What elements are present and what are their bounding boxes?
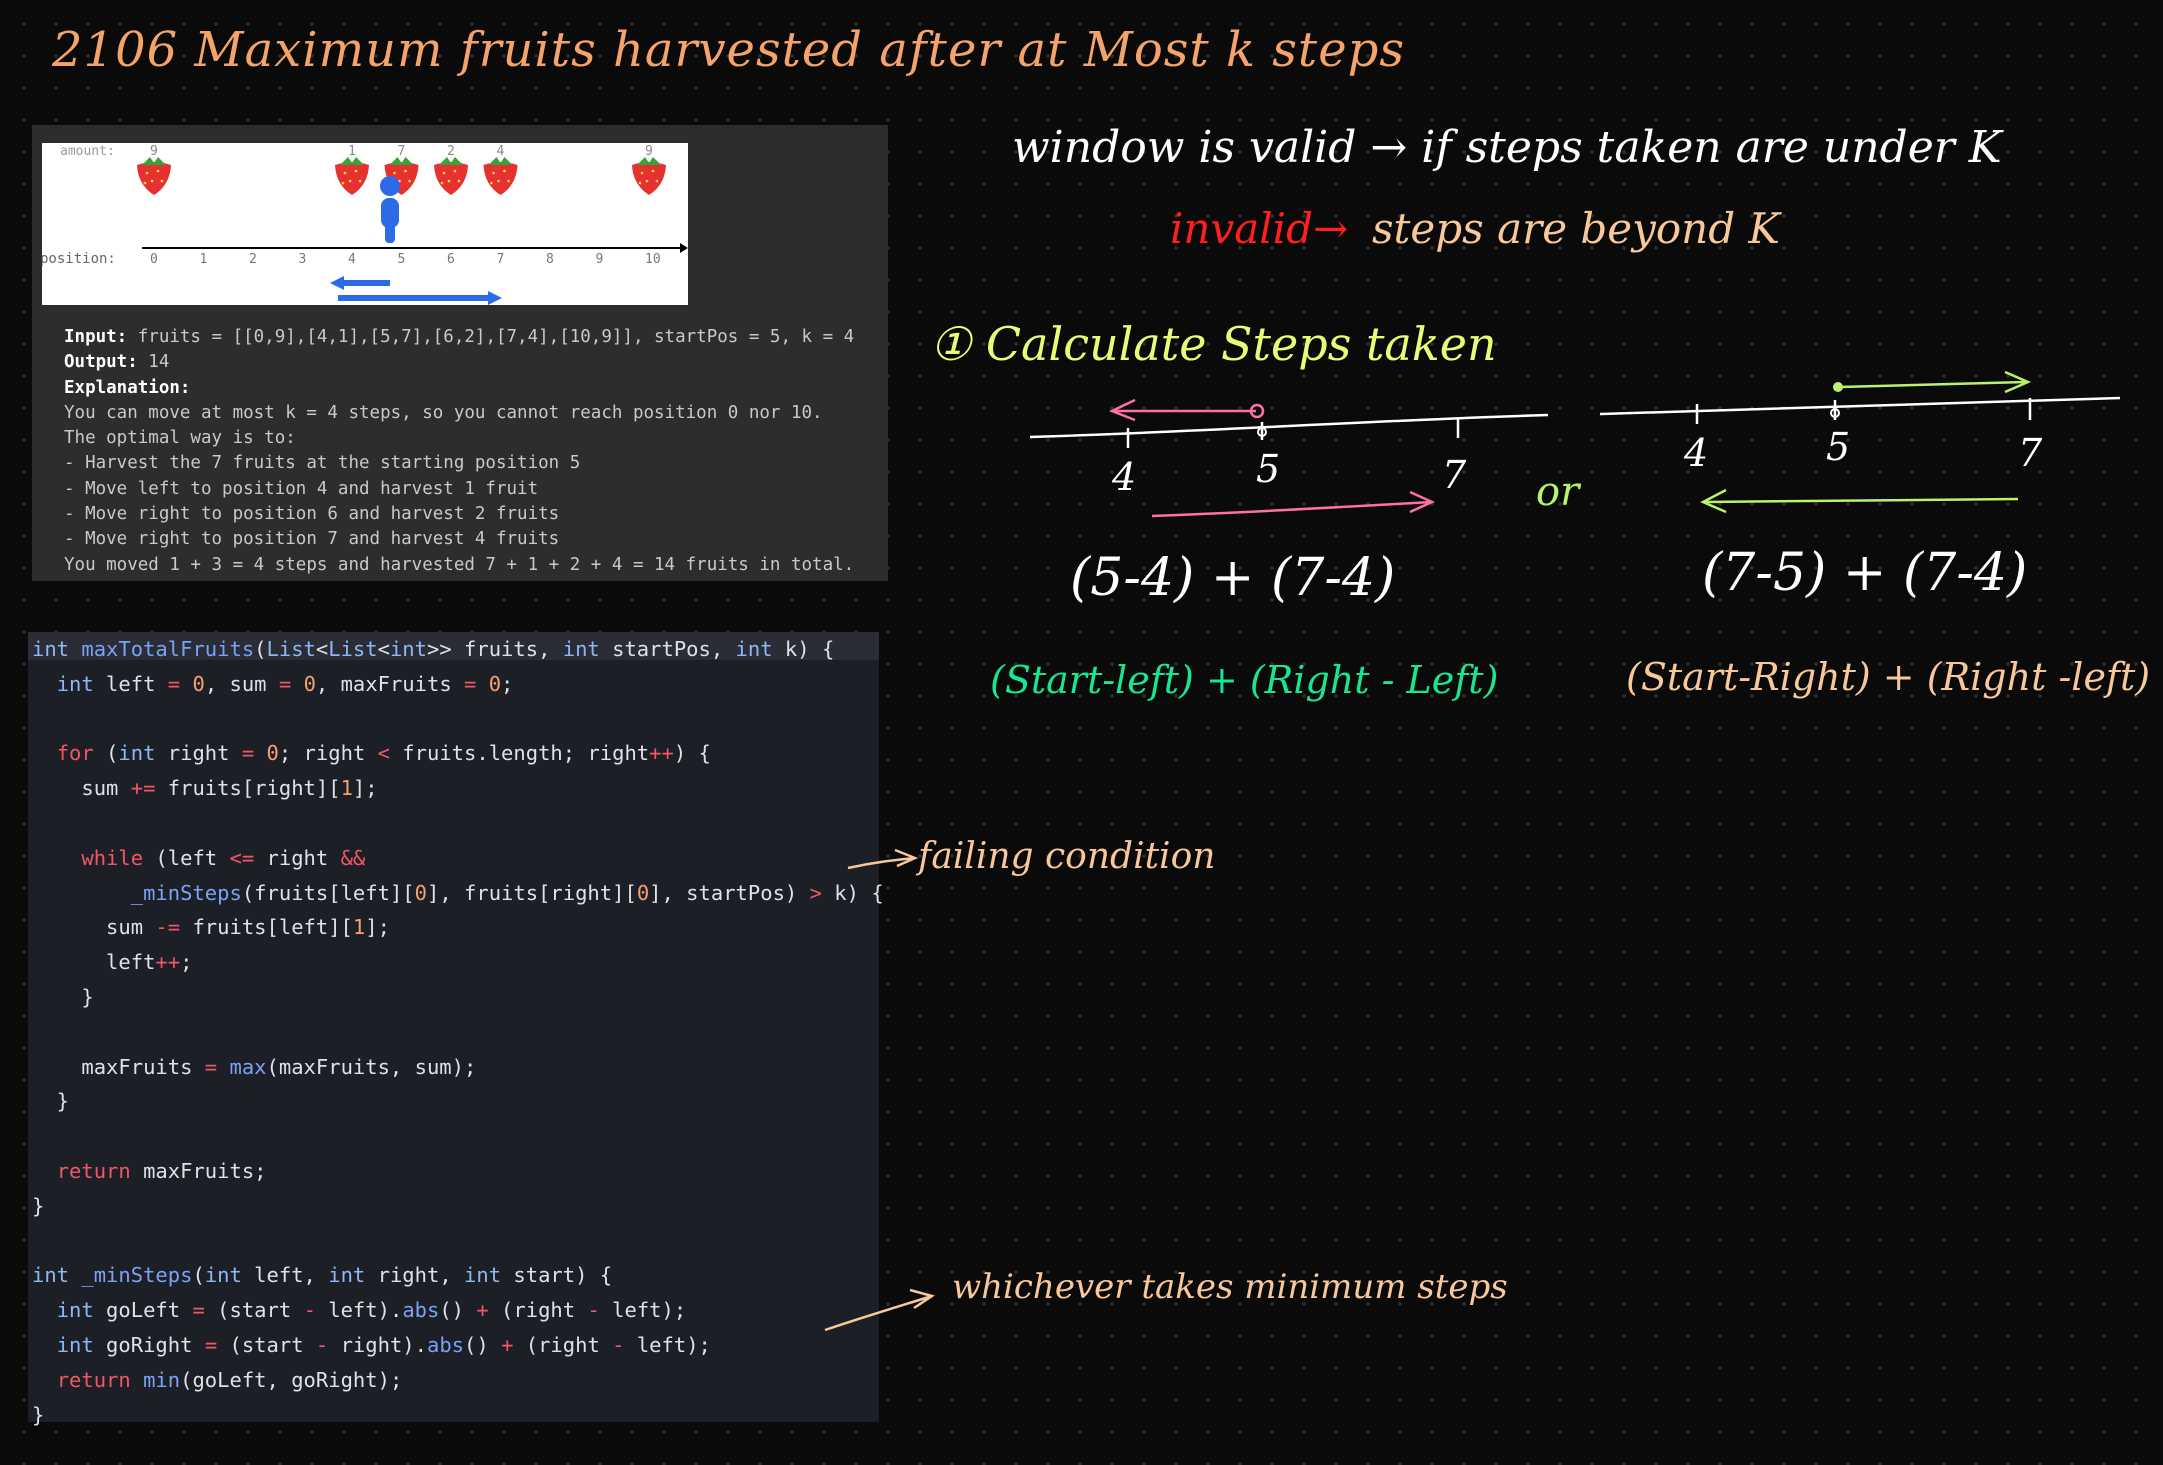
tick-label: 4 xyxy=(1683,431,1708,475)
right-go-right-arrow-icon xyxy=(1833,370,2032,394)
tick-label: 7 xyxy=(1442,453,1467,497)
right-expression: (7-5) + (7-4) xyxy=(1702,543,2027,603)
window-valid-note: window is valid → if steps taken are und… xyxy=(1012,122,2004,173)
left-expression: (5-4) + (7-4) xyxy=(1070,548,1395,608)
failing-arrow-icon xyxy=(847,848,919,870)
whichever-note: whichever takes minimum steps xyxy=(952,1267,1508,1307)
or-label: or xyxy=(1536,469,1582,515)
failing-condition-note: failing condition xyxy=(915,836,1215,877)
invalid-note: steps are beyond K xyxy=(1372,204,1782,253)
tick-label: 5 xyxy=(1826,425,1850,469)
whichever-arrow-icon xyxy=(824,1288,935,1332)
left-go-right-arrow-icon xyxy=(1151,490,1436,518)
left-formula: (Start-left) + (Right - Left) xyxy=(990,658,1498,702)
tick-label: 4 xyxy=(1111,455,1136,499)
tick-label: 5 xyxy=(1256,447,1280,491)
right-formula: (Start-Right) + (Right -left) xyxy=(1626,655,2150,699)
left-go-left-arrow-icon xyxy=(1108,398,1265,422)
step-one-heading: ① Calculate Steps taken xyxy=(930,317,1497,371)
right-number-line: 4 5 7 xyxy=(1599,396,2121,475)
right-go-left-arrow-icon xyxy=(1700,488,2019,514)
tick-label: 7 xyxy=(2018,431,2043,475)
invalid-label: invalid→ xyxy=(1170,204,1348,253)
left-number-line: 4 5 7 xyxy=(1029,413,1549,499)
